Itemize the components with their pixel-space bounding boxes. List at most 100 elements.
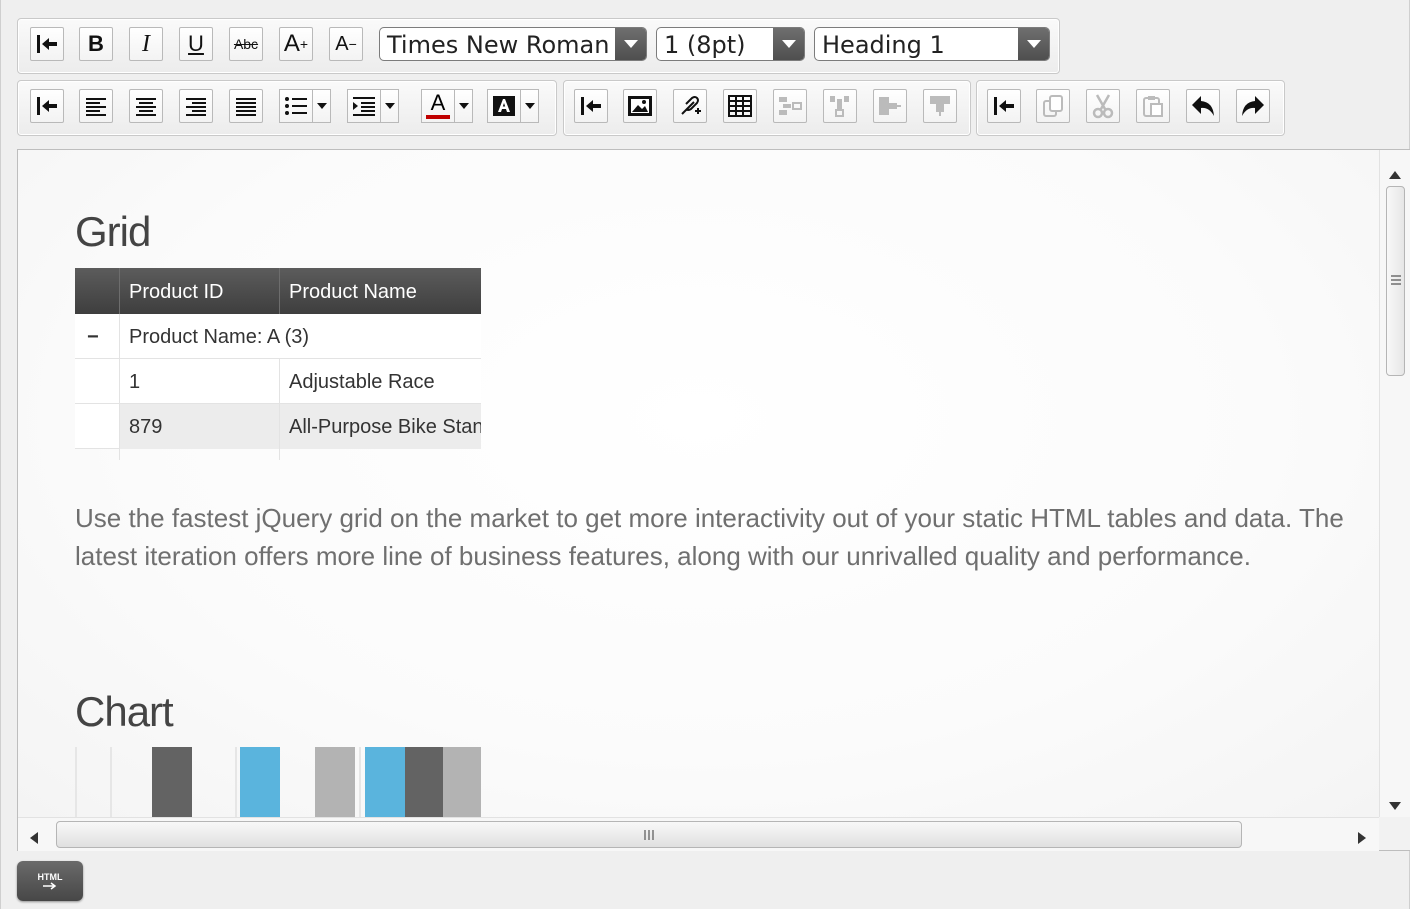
format-block-value: Heading 1 [822,31,945,59]
font-family-value: Times New Roman [387,31,610,59]
format-block-select[interactable]: Heading 1 [814,27,1050,61]
align-right-icon[interactable] [179,89,213,123]
table-row[interactable]: 1 Adjustable Race [75,359,481,404]
align-left-icon[interactable] [79,89,113,123]
table-row [75,449,481,460]
chart-stripe [235,747,237,817]
table-row[interactable]: 879 All-Purpose Bike Stand [75,404,481,449]
grid-column-header[interactable]: Product ID [119,268,279,314]
editor-content[interactable]: Grid Product ID Product Name − Product N… [18,150,1379,817]
cell-product-id: 1 [119,359,279,404]
bold-button[interactable]: B [79,27,113,61]
row-indent [119,449,279,460]
insert-image-icon[interactable] [623,89,657,123]
font-size-value: 1 (8pt) [664,31,746,59]
underline-button[interactable]: U [179,27,213,61]
toolbar-group-text-format: B I U Abc A + A − Times New Roman 1 (8pt) … [17,18,1060,74]
chart-bar [365,747,405,817]
scroll-right-icon[interactable] [1358,829,1366,848]
editor-content-frame: Grid Product ID Product Name − Product N… [17,149,1410,851]
chart-bar [240,747,280,817]
insert-column-icon[interactable] [823,89,857,123]
grid-column-header[interactable]: Product Name [279,268,481,314]
chevron-down-icon[interactable] [615,28,646,60]
scroll-up-icon[interactable] [1389,164,1401,183]
toolbar-grip[interactable] [30,89,64,123]
product-grid: Product ID Product Name − Product Name: … [75,268,481,460]
align-justify-icon[interactable] [229,89,263,123]
paragraph-line: latest iteration offers more line of bus… [75,541,1251,571]
indent-button[interactable] [347,89,399,123]
grow-font-button[interactable]: A + [279,27,313,61]
paragraph-line: Use the fastest jQuery grid on the marke… [75,503,1344,533]
row-indent [75,404,119,449]
insert-row-icon[interactable] [773,89,807,123]
toolbar-group-paragraph: A [17,80,557,136]
chevron-down-icon[interactable] [313,89,331,123]
grid-group-row: − Product Name: A (3) [75,314,481,359]
font-color-button[interactable]: A [421,89,473,123]
scrollbar-corner [1379,817,1410,850]
chart-heading: Chart [75,688,174,735]
font-color-icon[interactable]: A [421,89,455,123]
bullet-list-icon[interactable] [279,89,313,123]
chart-bar [152,747,192,817]
chevron-down-icon[interactable] [521,89,539,123]
toolbar-group-clipboard [976,80,1285,136]
strikethrough-button[interactable]: Abc [229,27,263,61]
highlight-icon[interactable] [487,89,521,123]
insert-table-icon[interactable] [723,89,757,123]
chevron-down-icon[interactable] [773,28,804,60]
indent-icon[interactable] [347,89,381,123]
chevron-down-icon[interactable] [455,89,473,123]
scroll-left-icon[interactable] [30,829,38,848]
row-indent [279,449,481,460]
highlight-color-button[interactable] [487,89,539,123]
horizontal-scrollbar[interactable] [18,817,1379,851]
toolbar-grip[interactable] [30,27,64,61]
chart-bar [405,747,443,817]
grid-description: Use the fastest jQuery grid on the marke… [75,499,1379,575]
vertical-scrollbar[interactable] [1379,150,1410,817]
cell-product-id: 879 [119,404,279,449]
insert-link-icon[interactable] [673,89,707,123]
paste-icon[interactable] [1136,89,1170,123]
copy-icon[interactable] [1036,89,1070,123]
grid-heading: Grid [75,208,151,255]
chevron-down-icon[interactable] [1018,28,1049,60]
html-editor: B I U Abc A + A − Times New Roman 1 (8pt) … [0,0,1410,909]
cell-product-name: All-Purpose Bike Stand [279,404,481,449]
scroll-down-icon[interactable] [1389,795,1401,814]
delete-column-icon[interactable] [923,89,957,123]
chart-stripe [359,747,361,817]
chart-bar [315,747,355,817]
delete-row-icon[interactable] [873,89,907,123]
cell-product-name: Adjustable Race [279,359,481,404]
chevron-down-icon[interactable] [381,89,399,123]
cut-icon[interactable] [1086,89,1120,123]
chart-stripe [110,747,112,817]
toolbar-grip[interactable] [574,89,608,123]
toolbar-grip[interactable] [987,89,1021,123]
arrow-right-icon [43,882,57,890]
chart-bar [443,747,481,817]
html-view-toggle-button[interactable]: HTML [17,861,83,901]
undo-icon[interactable] [1186,89,1220,123]
group-collapse-toggle[interactable]: − [75,314,119,359]
redo-icon[interactable] [1236,89,1270,123]
font-size-select[interactable]: 1 (8pt) [656,27,805,61]
italic-button[interactable]: I [129,27,163,61]
toolbar-group-insert [563,80,971,136]
vertical-scroll-thumb[interactable] [1386,186,1405,376]
bullet-list-button[interactable] [279,89,331,123]
chart-stripe [75,747,77,817]
grid-header-expander [75,268,119,314]
group-label: Product Name: A (3) [119,314,481,359]
horizontal-scroll-thumb[interactable] [56,821,1242,848]
font-family-select[interactable]: Times New Roman [379,27,647,61]
chart-preview [75,747,481,817]
align-center-icon[interactable] [129,89,163,123]
shrink-font-button[interactable]: A − [329,27,363,61]
font-color-swatch [426,115,450,119]
row-indent [75,359,119,404]
